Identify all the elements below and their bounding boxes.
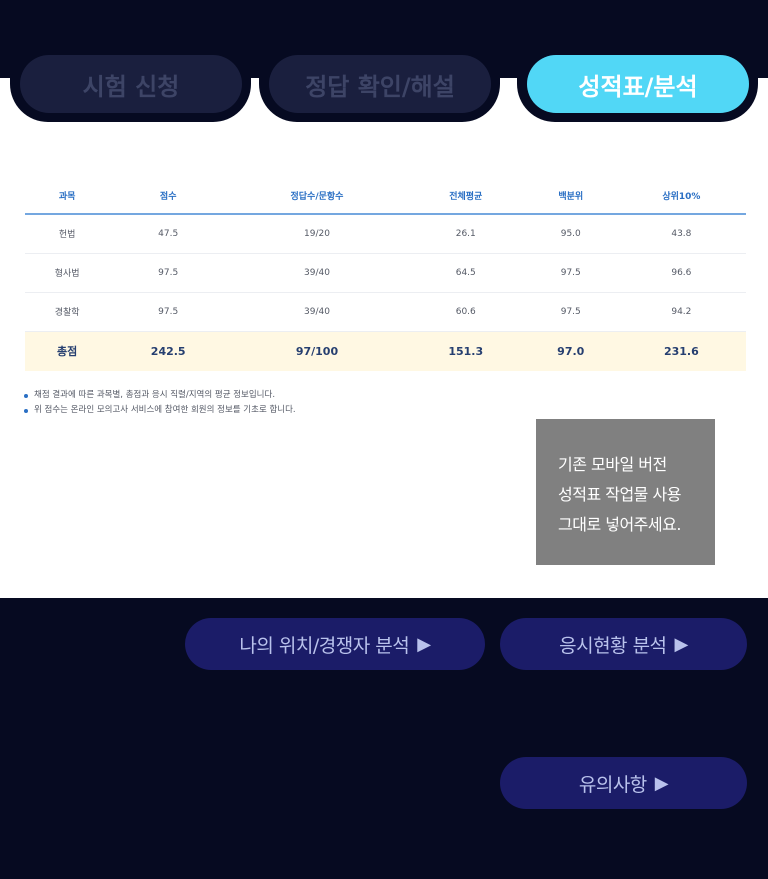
table-cell: 60.6	[406, 292, 525, 332]
memo-line: 그대로 넣어주세요.	[558, 515, 681, 534]
exam-status-label: 응시현황 분석	[559, 634, 667, 657]
table-row: 헌법 47.5 19/20 26.1 95.0 43.8	[25, 214, 746, 254]
notes-list: 채점 결과에 따른 과목별, 총점과 응시 직렬/지역의 평균 정보입니다. 위…	[24, 388, 296, 418]
header-correct-count: 정답수/문항수	[227, 178, 407, 215]
table-cell: 95.0	[524, 214, 617, 254]
table-cell: 형사법	[25, 253, 110, 293]
exam-status-button[interactable]: 응시현황 분석 ▶	[500, 618, 747, 670]
note-item: 채점 결과에 따른 과목별, 총점과 응시 직렬/지역의 평균 정보입니다.	[24, 388, 296, 403]
table-row: 경찰학 97.5 39/40 60.6 97.5 94.2	[25, 292, 746, 332]
total-cell: 151.3	[406, 331, 525, 371]
header-percentile: 백분위	[524, 178, 617, 215]
table-cell: 26.1	[406, 214, 525, 254]
table-total-row: 총점 242.5 97/100 151.3 97.0 231.6	[25, 331, 746, 371]
play-arrow-icon: ▶	[654, 772, 669, 794]
tab-score-report[interactable]: 성적표/분석	[527, 55, 749, 113]
header-top-10: 상위10%	[616, 178, 746, 215]
note-text: 위 점수는 온라인 모의고사 서비스에 참여한 회원의 정보를 기초로 합니다.	[34, 405, 296, 415]
total-cell: 총점	[25, 331, 110, 371]
position-analysis-button[interactable]: 나의 위치/경쟁자 분석 ▶	[185, 618, 485, 670]
header-overall-average: 전체평균	[406, 178, 525, 215]
score-table: 과목 점수 정답수/문항수 전체평균 백분위 상위10% 헌법 47.5 19/…	[25, 178, 746, 371]
table-cell: 96.6	[616, 253, 746, 293]
total-cell: 97.0	[524, 331, 617, 371]
caution-button[interactable]: 유의사항 ▶	[500, 757, 747, 809]
bullet-icon	[24, 393, 28, 398]
table-cell: 헌법	[25, 214, 110, 254]
table-header-row: 과목 점수 정답수/문항수 전체평균 백분위 상위10%	[25, 178, 746, 215]
table-cell: 경찰학	[25, 292, 110, 332]
tab-exam-apply[interactable]: 시험 신청	[20, 55, 242, 113]
total-cell: 231.6	[616, 331, 746, 371]
position-analysis-label: 나의 위치/경쟁자 분석	[239, 634, 410, 657]
table-cell: 64.5	[406, 253, 525, 293]
table-cell: 97.5	[524, 253, 617, 293]
header-subject: 과목	[25, 178, 110, 215]
table-cell: 94.2	[616, 292, 746, 332]
play-arrow-icon: ▶	[674, 633, 689, 655]
memo-line: 성적표 작업물 사용	[558, 485, 681, 504]
table-cell: 19/20	[227, 214, 407, 254]
placeholder-memo: 기존 모바일 버전 성적표 작업물 사용 그대로 넣어주세요.	[536, 419, 715, 565]
caution-label: 유의사항	[578, 773, 647, 796]
table-cell: 39/40	[227, 292, 407, 332]
tab-answer-check[interactable]: 정답 확인/해설	[269, 55, 491, 113]
memo-line: 기존 모바일 버전	[558, 455, 667, 474]
total-cell: 242.5	[109, 331, 228, 371]
table-cell: 39/40	[227, 253, 407, 293]
table-cell: 47.5	[109, 214, 228, 254]
table-cell: 97.5	[109, 253, 228, 293]
tab-score-report-label: 성적표/분석	[578, 72, 698, 101]
table-cell: 97.5	[109, 292, 228, 332]
header-score: 점수	[109, 178, 228, 215]
table-cell: 43.8	[616, 214, 746, 254]
play-arrow-icon: ▶	[417, 633, 431, 655]
table-row: 형사법 97.5 39/40 64.5 97.5 96.6	[25, 253, 746, 293]
total-cell: 97/100	[227, 331, 407, 371]
note-text: 채점 결과에 따른 과목별, 총점과 응시 직렬/지역의 평균 정보입니다.	[34, 390, 276, 400]
table-cell: 97.5	[524, 292, 617, 332]
bullet-icon	[24, 408, 28, 413]
note-item: 위 점수는 온라인 모의고사 서비스에 참여한 회원의 정보를 기초로 합니다.	[24, 403, 296, 418]
tab-exam-apply-label: 시험 신청	[82, 72, 180, 101]
tab-answer-check-label: 정답 확인/해설	[305, 72, 455, 101]
